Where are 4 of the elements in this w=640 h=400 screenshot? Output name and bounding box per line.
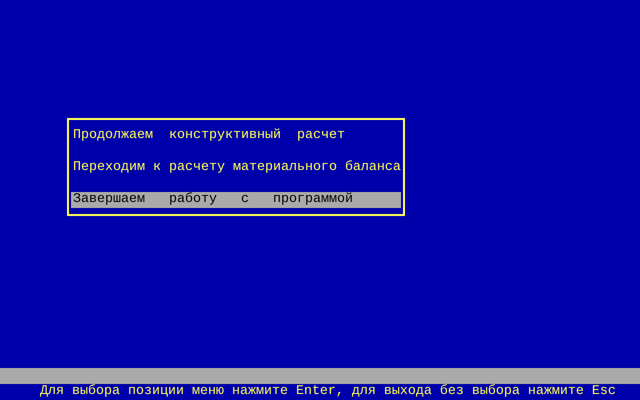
menu-item[interactable]: Переходим к расчету материального баланса xyxy=(71,160,401,176)
menu-item[interactable]: Продолжаем конструктивный расчет xyxy=(71,128,401,144)
status-hint: Для выбора позиции меню нажмите Enter, для выхода без выбора нажмите Esc xyxy=(39,384,617,400)
menu-item[interactable]: Завершаем работу с программой xyxy=(71,192,401,208)
